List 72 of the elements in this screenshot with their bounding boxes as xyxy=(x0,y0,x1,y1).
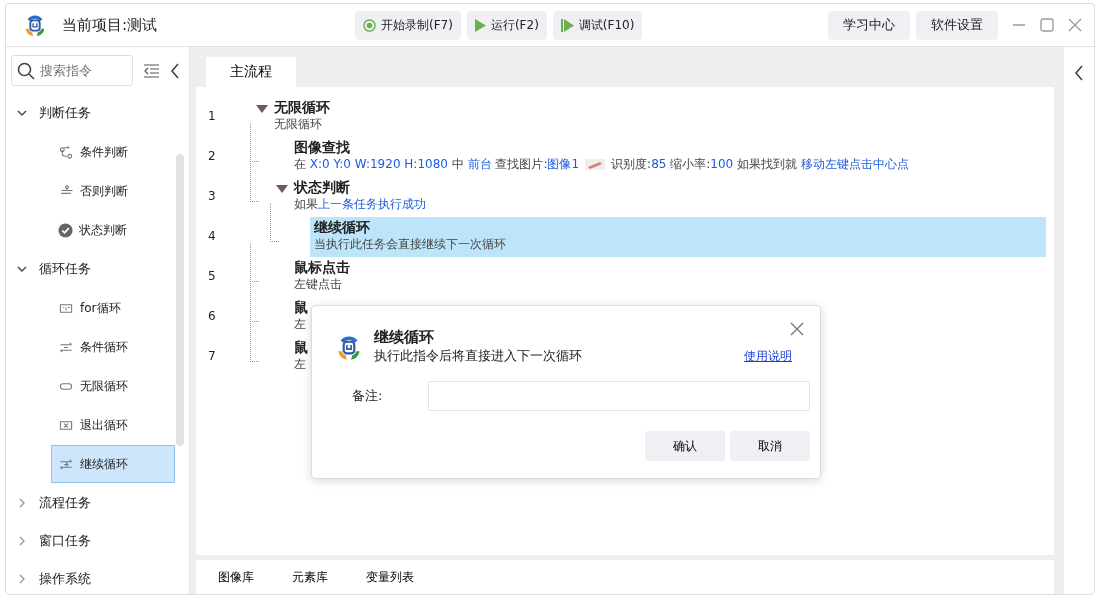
check-circle-icon xyxy=(58,222,73,238)
play-icon xyxy=(474,18,486,32)
sidebar-item[interactable]: 继续循环 xyxy=(51,445,175,483)
dialog-subtitle: 执行此指令后将直接进入下一次循环 xyxy=(374,347,583,365)
scrollbar[interactable] xyxy=(176,154,184,446)
line-number: 1 xyxy=(208,109,216,123)
step-description: 左键点击 xyxy=(294,276,342,292)
sidebar-item[interactable]: 状态判断 xyxy=(51,211,175,249)
search-icon xyxy=(17,62,35,80)
toolbar-button[interactable]: 运行(F2) xyxy=(466,10,547,40)
sidebar-item[interactable]: for循环 xyxy=(51,289,175,327)
sidebar-item[interactable]: 无限循环 xyxy=(51,367,175,405)
step-title: 继续循环 xyxy=(314,218,370,236)
field-label: 备注: xyxy=(352,387,384,405)
sidebar-item[interactable]: 否则判断 xyxy=(51,172,175,210)
close-icon[interactable] xyxy=(790,322,804,336)
window-title: 当前项目:测试 xyxy=(62,15,158,35)
line-number: 4 xyxy=(208,229,216,243)
chevron-left-icon[interactable] xyxy=(170,62,180,79)
dialog-button[interactable]: 确认 xyxy=(645,431,725,461)
group-label[interactable]: 流程任务 xyxy=(39,494,91,512)
flow-step[interactable]: 鼠标点击 左键点击 xyxy=(290,257,1046,297)
note-input[interactable] xyxy=(428,381,810,411)
flow-step[interactable]: 继续循环 当执行此任务会直接继续下一次循环 xyxy=(310,217,1046,257)
tab[interactable]: 主流程 xyxy=(206,57,296,87)
step-title: 状态判断 xyxy=(294,178,350,196)
step-title: 鼠 xyxy=(294,338,308,356)
line-number: 3 xyxy=(208,189,216,203)
dialog-title: 继续循环 xyxy=(374,328,435,347)
maximize-icon[interactable] xyxy=(1040,18,1054,32)
collapse-all-icon[interactable] xyxy=(143,63,160,78)
record-icon xyxy=(363,18,376,32)
line-number: 7 xyxy=(208,349,216,363)
step-description: 识别度:85 缩小率:100 如果找到就 移动左键点击中心点 xyxy=(611,156,909,172)
image-thumbnail-icon xyxy=(585,158,606,170)
bottom-tab[interactable]: 图像库 xyxy=(208,568,264,586)
step-title: 鼠 xyxy=(294,298,308,316)
dialog-button[interactable]: 取消 xyxy=(730,431,810,461)
sidebar-item[interactable]: 条件判断 xyxy=(51,133,175,171)
step-description: 在 X:0 Y:0 W:1920 H:1080 中 前台 查找图片:图像1 xyxy=(294,156,580,172)
flow-step[interactable]: 无限循环 无限循环 xyxy=(270,97,1046,137)
step-title: 图像查找 xyxy=(294,138,350,156)
group-label[interactable]: 循环任务 xyxy=(39,260,91,278)
close-icon[interactable] xyxy=(1068,18,1082,32)
header-button[interactable]: 学习中心 xyxy=(828,10,910,40)
bottom-tab[interactable]: 元素库 xyxy=(282,568,338,586)
line-number: 2 xyxy=(208,149,216,163)
line-number: 5 xyxy=(208,269,216,283)
group-label[interactable]: 操作系统 xyxy=(39,570,91,588)
chevron-left-icon[interactable] xyxy=(1074,65,1084,81)
step-description: 左 xyxy=(294,356,306,372)
step-play-icon xyxy=(560,18,574,32)
header-button[interactable]: 软件设置 xyxy=(916,10,998,40)
step-description: 无限循环 xyxy=(274,116,322,132)
help-link[interactable]: 使用说明 xyxy=(744,348,792,365)
line-number: 6 xyxy=(208,309,216,323)
toolbar-button[interactable]: 开始录制(F7) xyxy=(355,10,461,40)
step-description: 如果上一条任务执行成功 xyxy=(294,196,426,212)
group-label[interactable]: 窗口任务 xyxy=(39,532,91,550)
step-title: 无限循环 xyxy=(274,98,330,116)
sidebar-item[interactable]: 退出循环 xyxy=(51,406,175,444)
bottom-tab[interactable]: 变量列表 xyxy=(356,568,424,586)
group-label[interactable]: 判断任务 xyxy=(39,104,91,122)
toolbar-button[interactable]: 调试(F10) xyxy=(552,10,643,40)
flow-step[interactable]: 状态判断 如果上一条任务执行成功 xyxy=(290,177,1046,217)
step-description: 左 xyxy=(294,316,306,332)
step-title: 鼠标点击 xyxy=(294,258,350,276)
sidebar-item[interactable]: 条件循环 xyxy=(51,328,175,366)
search-field[interactable]: 搜索指令 xyxy=(11,55,133,86)
command-icon xyxy=(58,144,74,160)
step-description: 当执行此任务会直接继续下一次循环 xyxy=(314,236,506,252)
flow-step[interactable]: 图像查找 在 X:0 Y:0 W:1920 H:1080 中 前台 查找图片:图像1 识别度:85 缩小率:100 如果找到就 移动左键点击中心点 xyxy=(290,137,1046,177)
